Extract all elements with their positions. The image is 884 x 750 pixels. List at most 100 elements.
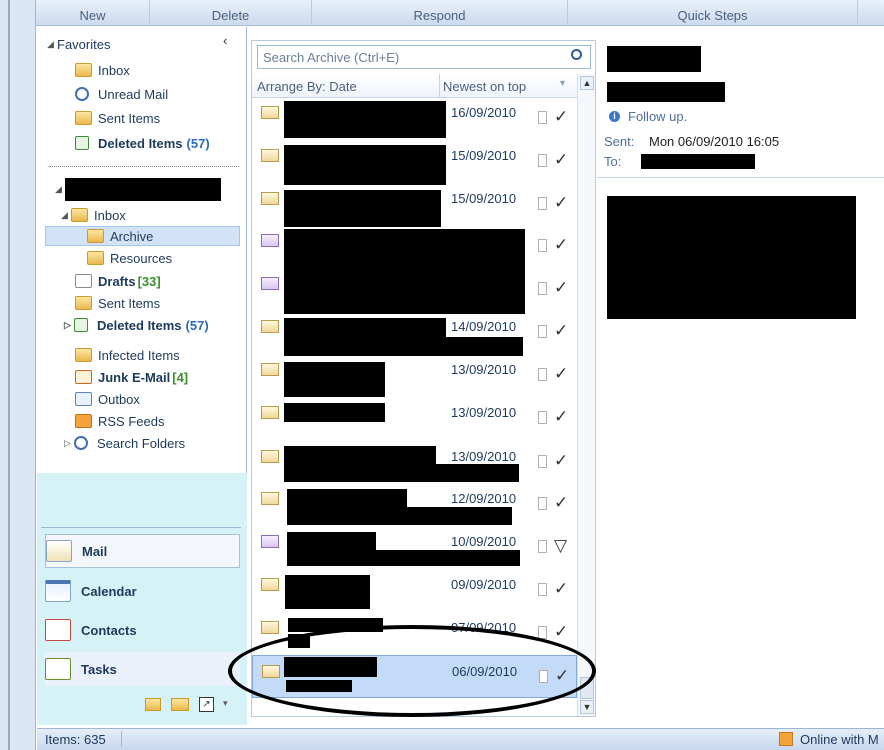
fav-deleted-label: Deleted Items xyxy=(98,135,183,151)
sent-value: Mon 06/09/2010 16:05 xyxy=(649,134,780,149)
fav-deleted-items[interactable]: Deleted Items (57) xyxy=(75,133,210,153)
fav-sent-items[interactable]: Sent Items xyxy=(75,108,160,128)
reading-pane: i Follow up. Sent: Mon 06/09/2010 16:05 … xyxy=(597,40,884,717)
collapse-nav-chevron-icon[interactable]: ‹ xyxy=(223,33,227,48)
message-date: 12/09/2010 xyxy=(451,491,517,506)
configure-buttons-chevron-icon[interactable]: ▾ xyxy=(223,698,228,709)
category-box[interactable] xyxy=(538,455,547,468)
category-box[interactable] xyxy=(538,154,547,167)
message-date: 13/09/2010 xyxy=(451,449,517,464)
category-box[interactable] xyxy=(538,540,547,553)
contacts-icon xyxy=(45,619,71,641)
status-divider xyxy=(121,731,122,747)
folder-archive[interactable]: Archive xyxy=(87,226,153,246)
complete-check-icon[interactable]: ✓ xyxy=(554,451,568,471)
fav-sent-label: Sent Items xyxy=(98,110,161,126)
read-mail-icon xyxy=(261,578,279,591)
folder-outbox-label: Outbox xyxy=(98,391,140,407)
folder-outbox[interactable]: Outbox xyxy=(75,389,140,409)
folder-sent-items[interactable]: Sent Items xyxy=(75,293,160,313)
folder-deleted-label: Deleted Items xyxy=(97,317,182,333)
message-date: 14/09/2010 xyxy=(451,319,517,334)
mailbox-header[interactable]: ◢ xyxy=(55,179,65,199)
notes-icon[interactable] xyxy=(145,698,161,711)
scroll-up-icon[interactable]: ▲ xyxy=(580,76,594,90)
complete-check-icon[interactable]: ✓ xyxy=(554,107,568,127)
folder-drafts[interactable]: Drafts [33] xyxy=(75,271,161,291)
complete-check-icon[interactable]: ✓ xyxy=(554,321,568,341)
folder-infected-items[interactable]: Infected Items xyxy=(75,345,180,365)
flag-icon[interactable]: ▽ xyxy=(554,536,567,556)
redacted-subject xyxy=(376,550,520,566)
folder-rss-feeds[interactable]: RSS Feeds xyxy=(75,411,164,431)
shortcuts-icon[interactable]: ↗ xyxy=(199,697,214,712)
folder-search-folders[interactable]: ▷ Search Folders xyxy=(64,433,185,453)
search-icon[interactable] xyxy=(571,49,582,60)
collapse-triangle-icon[interactable]: ◢ xyxy=(47,39,57,50)
category-box[interactable] xyxy=(538,325,547,338)
resources-folder-icon xyxy=(87,251,104,265)
category-box[interactable] xyxy=(538,411,547,424)
complete-check-icon[interactable]: ✓ xyxy=(554,407,568,427)
folder-archive-label: Archive xyxy=(110,228,154,244)
folder-deleted-items[interactable]: ▷ Deleted Items (57) xyxy=(64,315,209,335)
read-mail-icon xyxy=(261,450,279,463)
favorites-header[interactable]: ◢ Favorites xyxy=(47,34,110,54)
category-box[interactable] xyxy=(538,282,547,295)
nav-button-calendar[interactable]: Calendar xyxy=(45,574,240,608)
ribbon-group-new[interactable]: New xyxy=(36,0,150,26)
to-label: To: xyxy=(604,154,622,169)
message-list-scrollbar[interactable]: ▲ ▼ xyxy=(577,74,595,716)
complete-check-icon[interactable]: ✓ xyxy=(554,193,568,213)
complete-check-icon[interactable]: ✓ xyxy=(554,622,568,642)
ribbon-group-delete[interactable]: Delete xyxy=(150,0,312,26)
ribbon-group-quick-steps[interactable]: Quick Steps xyxy=(568,0,858,26)
category-box[interactable] xyxy=(538,368,547,381)
folder-inbox[interactable]: ◢ Inbox xyxy=(61,205,126,225)
sort-dropdown-icon[interactable]: ▾ xyxy=(560,78,565,89)
read-mail-icon xyxy=(261,621,279,634)
folder-junk-email[interactable]: Junk E-Mail [4] xyxy=(75,367,188,387)
sent-label: Sent: xyxy=(604,134,635,149)
scroll-down-icon[interactable]: ▼ xyxy=(580,700,594,714)
nav-button-tasks[interactable]: Tasks xyxy=(45,652,240,686)
expand-triangle-icon[interactable]: ▷ xyxy=(64,320,74,331)
expand-triangle-icon[interactable]: ◢ xyxy=(61,210,71,221)
sort-order[interactable]: Newest on top xyxy=(443,79,526,94)
complete-check-icon[interactable]: ✓ xyxy=(554,278,568,298)
complete-check-icon[interactable]: ✓ xyxy=(554,493,568,513)
search-input[interactable]: Search Archive (Ctrl+E) xyxy=(257,45,591,69)
tasks-icon xyxy=(45,658,71,680)
category-box[interactable] xyxy=(538,239,547,252)
complete-check-icon[interactable]: ✓ xyxy=(554,150,568,170)
expand-triangle-icon[interactable]: ▷ xyxy=(64,438,74,449)
category-box[interactable] xyxy=(538,197,547,210)
redacted-body xyxy=(607,196,856,319)
drafts-icon xyxy=(75,274,92,288)
arrange-by-date[interactable]: Arrange By: Date xyxy=(257,79,357,94)
folder-resources[interactable]: Resources xyxy=(87,248,172,268)
fav-unread-mail[interactable]: Unread Mail xyxy=(75,84,168,104)
nav-button-mail[interactable]: Mail xyxy=(45,534,240,568)
category-box[interactable] xyxy=(538,583,547,596)
nav-button-mail-label: Mail xyxy=(82,543,108,559)
complete-check-icon[interactable]: ✓ xyxy=(554,364,568,384)
window-frame-left xyxy=(0,0,36,750)
ribbon-group-respond[interactable]: Respond xyxy=(312,0,568,26)
outbox-icon xyxy=(75,392,92,406)
category-box[interactable] xyxy=(538,111,547,124)
redacted-subject xyxy=(436,464,519,482)
complete-check-icon[interactable]: ✓ xyxy=(554,235,568,255)
replied-mail-icon xyxy=(261,277,279,290)
nav-separator xyxy=(49,166,239,167)
fav-inbox[interactable]: Inbox xyxy=(75,60,130,80)
nav-button-contacts[interactable]: Contacts xyxy=(45,613,240,647)
complete-check-icon[interactable]: ✓ xyxy=(554,579,568,599)
search-folder-icon xyxy=(74,436,88,450)
expand-triangle-icon[interactable]: ◢ xyxy=(55,184,65,195)
folder-list-icon[interactable] xyxy=(171,698,189,711)
arrange-bar: Arrange By: Date Newest on top ▾ xyxy=(252,74,595,98)
redacted-sender xyxy=(284,229,525,314)
folder-deleted-count: (57) xyxy=(185,317,209,333)
category-box[interactable] xyxy=(538,497,547,510)
